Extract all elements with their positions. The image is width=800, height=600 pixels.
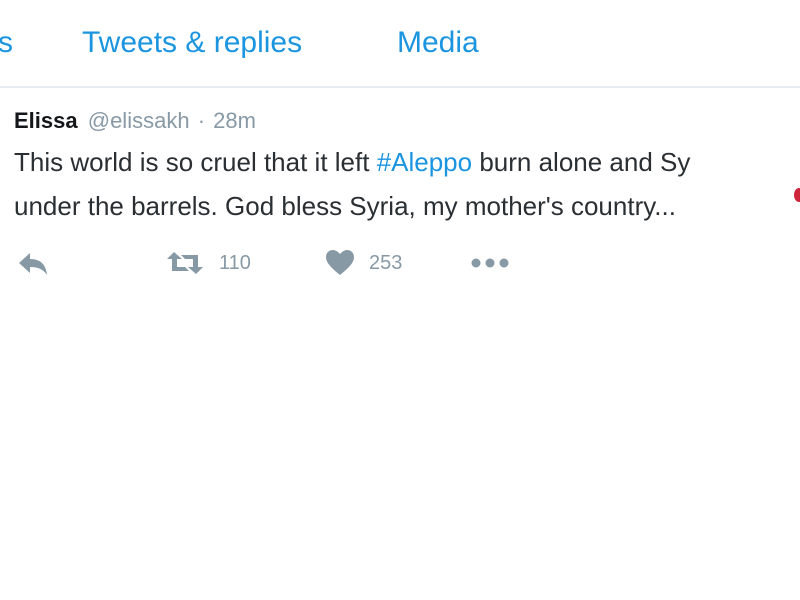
tweet-text: This world is so cruel that it left #Ale… [14, 140, 800, 228]
tab-tweets[interactable]: s [0, 26, 13, 60]
emoji-icon [794, 188, 800, 202]
like-button[interactable]: 253 [325, 245, 402, 281]
tweet-header: Elissa @elissakh · 28m [14, 108, 256, 134]
tweet-actions: 110 253 [0, 245, 800, 285]
retweet-button[interactable]: 110 [165, 245, 251, 281]
profile-tabs: s Tweets & replies Media [0, 0, 800, 88]
heart-icon [325, 249, 355, 277]
tab-tweets-and-replies[interactable]: Tweets & replies [82, 26, 302, 60]
tweet-text-line-2: under the barrels. God bless Syria, my m… [14, 191, 676, 221]
tab-media[interactable]: Media [397, 26, 479, 60]
tweet-text-after-hashtag: burn alone and Sy [472, 147, 691, 177]
tweet-separator: · [197, 108, 206, 133]
tweet-text-line-1: This world is so cruel that it left #Ale… [14, 140, 800, 184]
retweet-icon [165, 249, 205, 277]
tweet[interactable]: Elissa @elissakh · 28m This world is so … [0, 90, 800, 290]
tweet-author-handle[interactable]: @elissakh [88, 108, 190, 133]
tweet-text-before-hashtag: This world is so cruel that it left [14, 147, 377, 177]
reply-icon [16, 249, 50, 277]
like-count: 253 [369, 251, 403, 274]
more-icon [470, 257, 510, 269]
reply-button[interactable] [16, 245, 50, 281]
tweet-author-name[interactable]: Elissa [14, 108, 78, 133]
more-button[interactable] [470, 245, 510, 281]
hashtag-link[interactable]: #Aleppo [377, 147, 472, 177]
tweet-timestamp[interactable]: 28m [213, 108, 256, 133]
retweet-count: 110 [219, 251, 251, 274]
